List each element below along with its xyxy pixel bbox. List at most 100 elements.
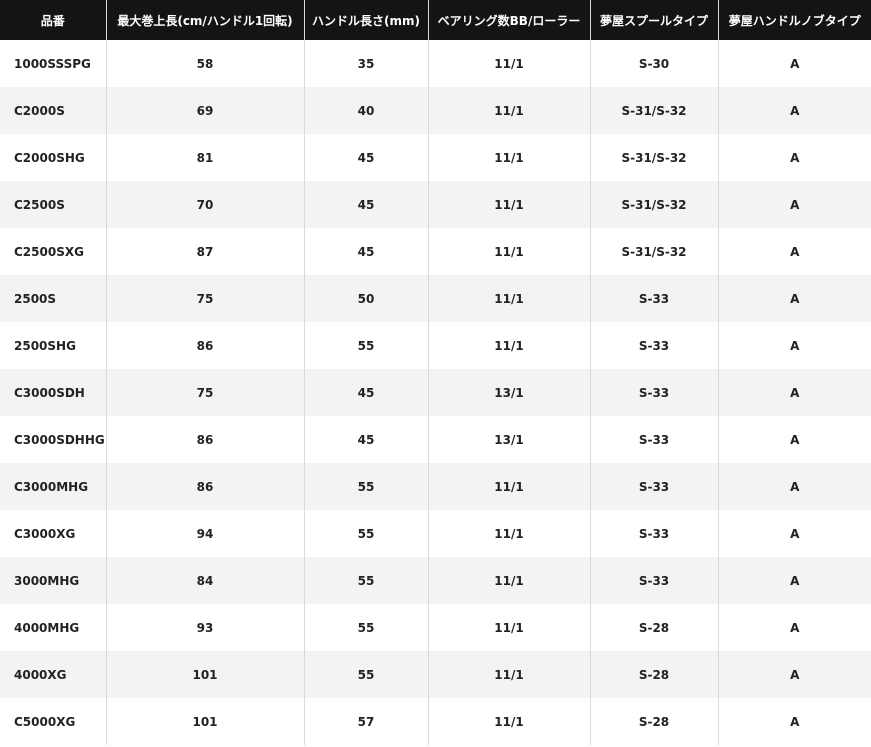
cell-max-retrieve: 75 (106, 369, 305, 416)
cell-spool-type: S-33 (590, 369, 719, 416)
cell-knob-type: A (718, 40, 871, 87)
table-row: C2000S 69 40 11/1 S-31/S-32 A (0, 87, 871, 134)
cell-spool-type: S-31/S-32 (590, 181, 719, 228)
table-row: C2500SXG 87 45 11/1 S-31/S-32 A (0, 228, 871, 275)
cell-max-retrieve: 94 (106, 510, 305, 557)
cell-bearings: 11/1 (428, 557, 591, 604)
cell-max-retrieve: 69 (106, 87, 305, 134)
cell-spool-type: S-33 (590, 557, 719, 604)
cell-knob-type: A (718, 651, 871, 698)
cell-handle-length: 55 (304, 557, 429, 604)
cell-bearings: 11/1 (428, 463, 591, 510)
cell-model: C3000SDH (0, 369, 107, 416)
cell-handle-length: 55 (304, 651, 429, 698)
cell-knob-type: A (718, 604, 871, 651)
cell-knob-type: A (718, 275, 871, 322)
cell-spool-type: S-33 (590, 463, 719, 510)
cell-model: 1000SSSPG (0, 40, 107, 87)
cell-model: 4000XG (0, 651, 107, 698)
cell-knob-type: A (718, 510, 871, 557)
cell-model: 4000MHG (0, 604, 107, 651)
cell-handle-length: 45 (304, 181, 429, 228)
cell-spool-type: S-30 (590, 40, 719, 87)
cell-handle-length: 45 (304, 416, 429, 463)
cell-bearings: 11/1 (428, 134, 591, 181)
cell-bearings: 13/1 (428, 416, 591, 463)
cell-max-retrieve: 86 (106, 416, 305, 463)
cell-knob-type: A (718, 416, 871, 463)
cell-knob-type: A (718, 228, 871, 275)
table-row: 4000XG 101 55 11/1 S-28 A (0, 651, 871, 698)
cell-max-retrieve: 70 (106, 181, 305, 228)
cell-model: C3000SDHHG (0, 416, 107, 463)
cell-model: 2500S (0, 275, 107, 322)
table-row: C3000SDH 75 45 13/1 S-33 A (0, 369, 871, 416)
header-bearings: ベアリング数BB/ローラー (428, 0, 591, 40)
cell-max-retrieve: 84 (106, 557, 305, 604)
spec-table: 品番 最大巻上長(cm/ハンドル1回転) ハンドル長さ(mm) ベアリング数BB… (0, 0, 871, 745)
cell-model: C2000S (0, 87, 107, 134)
cell-handle-length: 45 (304, 228, 429, 275)
cell-model: 2500SHG (0, 322, 107, 369)
cell-knob-type: A (718, 698, 871, 745)
cell-knob-type: A (718, 87, 871, 134)
cell-bearings: 11/1 (428, 228, 591, 275)
cell-handle-length: 55 (304, 463, 429, 510)
cell-max-retrieve: 86 (106, 463, 305, 510)
cell-model: C3000MHG (0, 463, 107, 510)
table-row: C3000XG 94 55 11/1 S-33 A (0, 510, 871, 557)
header-spool-type: 夢屋スプールタイプ (590, 0, 719, 40)
table-row: C5000XG 101 57 11/1 S-28 A (0, 698, 871, 745)
cell-max-retrieve: 86 (106, 322, 305, 369)
cell-bearings: 11/1 (428, 510, 591, 557)
cell-max-retrieve: 58 (106, 40, 305, 87)
cell-spool-type: S-31/S-32 (590, 134, 719, 181)
cell-model: C2500S (0, 181, 107, 228)
table-row: 2500S 75 50 11/1 S-33 A (0, 275, 871, 322)
header-handle-length: ハンドル長さ(mm) (304, 0, 429, 40)
cell-spool-type: S-33 (590, 510, 719, 557)
cell-bearings: 11/1 (428, 87, 591, 134)
cell-spool-type: S-28 (590, 698, 719, 745)
cell-model: C2000SHG (0, 134, 107, 181)
table-row: 4000MHG 93 55 11/1 S-28 A (0, 604, 871, 651)
table-row: 2500SHG 86 55 11/1 S-33 A (0, 322, 871, 369)
cell-bearings: 11/1 (428, 181, 591, 228)
cell-max-retrieve: 93 (106, 604, 305, 651)
cell-model: C5000XG (0, 698, 107, 745)
cell-spool-type: S-28 (590, 604, 719, 651)
cell-max-retrieve: 75 (106, 275, 305, 322)
cell-handle-length: 57 (304, 698, 429, 745)
cell-model: C2500SXG (0, 228, 107, 275)
header-row: 品番 最大巻上長(cm/ハンドル1回転) ハンドル長さ(mm) ベアリング数BB… (0, 0, 871, 40)
table-row: C2500S 70 45 11/1 S-31/S-32 A (0, 181, 871, 228)
table-row: C3000MHG 86 55 11/1 S-33 A (0, 463, 871, 510)
cell-model: 3000MHG (0, 557, 107, 604)
cell-handle-length: 45 (304, 134, 429, 181)
cell-max-retrieve: 87 (106, 228, 305, 275)
cell-bearings: 11/1 (428, 651, 591, 698)
cell-max-retrieve: 81 (106, 134, 305, 181)
cell-bearings: 11/1 (428, 698, 591, 745)
cell-spool-type: S-33 (590, 416, 719, 463)
cell-handle-length: 50 (304, 275, 429, 322)
cell-spool-type: S-31/S-32 (590, 87, 719, 134)
cell-spool-type: S-33 (590, 275, 719, 322)
cell-knob-type: A (718, 557, 871, 604)
cell-knob-type: A (718, 134, 871, 181)
cell-handle-length: 40 (304, 87, 429, 134)
cell-knob-type: A (718, 369, 871, 416)
cell-spool-type: S-28 (590, 651, 719, 698)
table-row: 1000SSSPG 58 35 11/1 S-30 A (0, 40, 871, 87)
header-max-retrieve: 最大巻上長(cm/ハンドル1回転) (106, 0, 305, 40)
cell-spool-type: S-33 (590, 322, 719, 369)
header-knob-type: 夢屋ハンドルノブタイプ (718, 0, 871, 40)
cell-bearings: 13/1 (428, 369, 591, 416)
cell-model: C3000XG (0, 510, 107, 557)
cell-knob-type: A (718, 181, 871, 228)
cell-max-retrieve: 101 (106, 698, 305, 745)
spec-table-body: 1000SSSPG 58 35 11/1 S-30 A C2000S 69 40 11/1 S-31… (0, 40, 871, 745)
cell-bearings: 11/1 (428, 604, 591, 651)
cell-knob-type: A (718, 463, 871, 510)
cell-handle-length: 45 (304, 369, 429, 416)
